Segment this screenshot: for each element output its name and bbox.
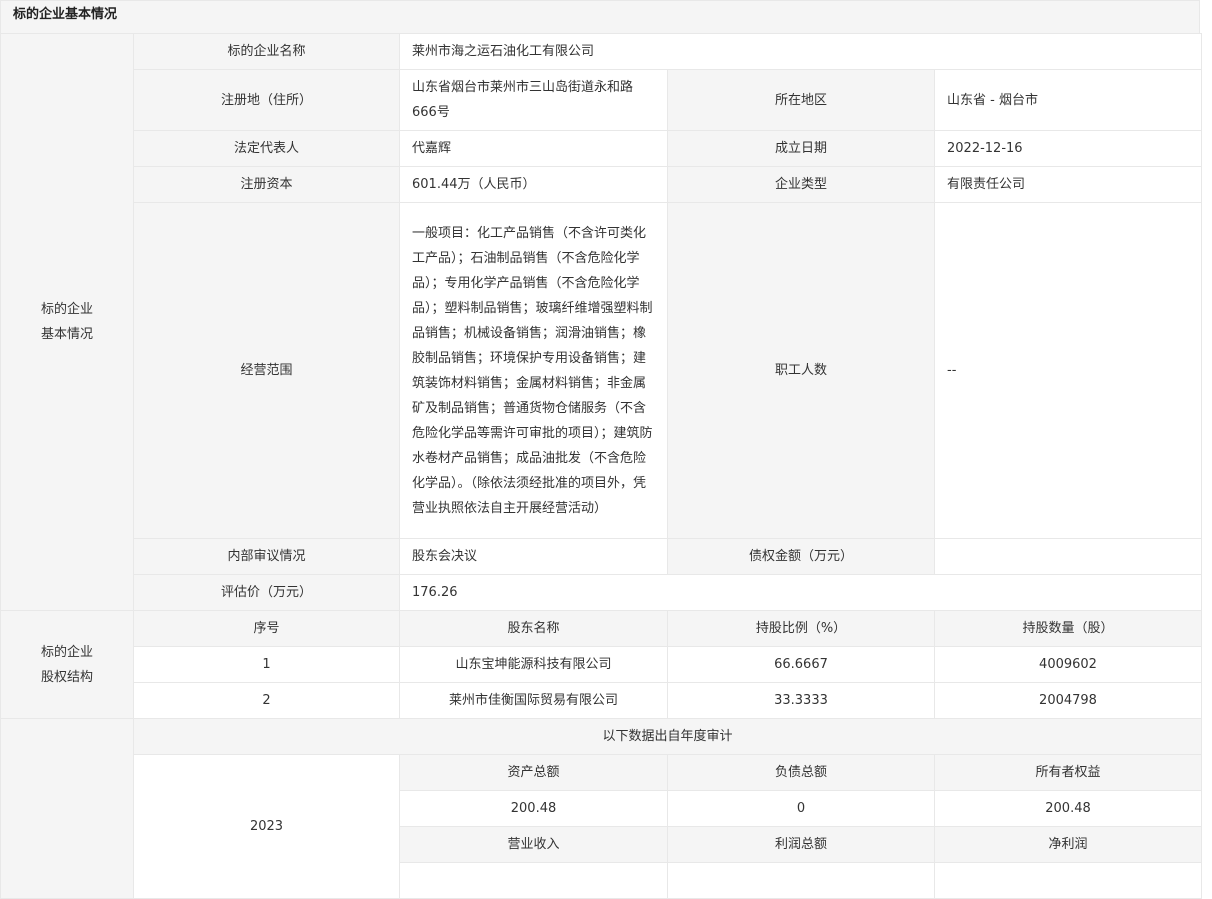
equity-cell-shares: 2004798 [933,682,1203,719]
company-type-label: 企业类型 [667,166,935,203]
row-capital: 注册资本 601.44万（人民币） 企业类型 有限责任公司 [1,166,1203,203]
row-financial-headers-1: 2023 资产总额 负债总额 所有者权益 [1,754,1203,899]
fin-header-equity: 所有者权益 [933,754,1203,791]
equity-cell-index: 2 [133,682,400,719]
row-equity-header: 标的企业 股权结构 序号 股东名称 持股比例（%） 持股数量（股） [0,610,1203,719]
capital-label: 注册资本 [133,166,400,203]
debt-value [933,538,1203,575]
row-address: 注册地（住所） 山东省烟台市莱州市三山岛街道永和路666号 所在地区 山东省 -… [1,69,1203,131]
scope-label: 经营范围 [133,202,400,539]
founded-label: 成立日期 [667,130,935,167]
section-header: 标的企业基本情况 [0,0,1200,33]
fin-value-net-profit [933,862,1203,899]
section-title: 标的企业基本情况 [13,7,118,22]
row-legal-rep: 法定代表人 代嘉辉 成立日期 2022-12-16 [1,130,1203,167]
row-company-name: 标的企业 基本情况 标的企业名称 莱州市海之运石油化工有限公司 [0,33,1203,611]
valuation-value: 176.26 [398,574,1203,611]
financial-year: 2023 [133,754,400,899]
basic-section-label-text: 标的企业 基本情况 [40,302,93,342]
equity-col-index: 序号 [133,610,400,647]
debt-label: 债权金额（万元） [667,538,935,575]
fin-value-revenue [399,862,668,899]
equity-section-label-text: 标的企业 股权结构 [40,644,93,685]
equity-cell-index: 1 [133,646,400,683]
equity-col-name: 股东名称 [399,610,668,647]
row-financial-note: 以下数据出自年度审计 [0,718,1203,899]
fin-value-equity: 200.48 [933,790,1203,827]
row-valuation: 评估价（万元） 176.26 [1,574,1203,611]
capital-value: 601.44万（人民币） [399,166,668,203]
founded-value: 2022-12-16 [933,130,1203,167]
equity-cell-ratio: 66.6667 [667,646,935,683]
fin-value-liabilities: 0 [667,790,935,827]
fin-header-assets: 资产总额 [399,754,668,791]
valuation-label: 评估价（万元） [133,574,400,611]
equity-section-label: 标的企业 股权结构 [0,610,134,719]
company-name-value: 莱州市海之运石油化工有限公司 [398,33,1203,70]
region-label: 所在地区 [667,69,935,131]
equity-col-shares: 持股数量（股） [933,610,1203,647]
scope-value: 一般项目：化工产品销售（不含许可类化工产品）；石油制品销售（不含危险化学品）；专… [399,202,668,539]
equity-cell-shares: 4009602 [933,646,1203,683]
equity-cell-name: 莱州市佳衡国际贸易有限公司 [399,682,668,719]
row-scope: 经营范围 一般项目：化工产品销售（不含许可类化工产品）；石油制品销售（不含危险化… [1,202,1203,539]
table-row: 1 山东宝坤能源科技有限公司 66.6667 4009602 [1,646,1203,683]
audit-value: 股东会决议 [399,538,668,575]
company-info-table: 标的企业 基本情况 标的企业名称 莱州市海之运石油化工有限公司 注册地（住所） 山… [0,33,1203,899]
company-type-value: 有限责任公司 [933,166,1203,203]
fin-header-liabilities: 负债总额 [667,754,935,791]
row-audit: 内部审议情况 股东会决议 债权金额（万元） [1,538,1203,575]
employees-value: -- [933,202,1203,539]
fin-header-revenue: 营业收入 [399,826,668,863]
address-value: 山东省烟台市莱州市三山岛街道永和路666号 [399,69,668,131]
region-value: 山东省 - 烟台市 [933,69,1203,131]
legal-rep-value: 代嘉辉 [399,130,668,167]
employees-label: 职工人数 [667,202,935,539]
basic-section-label: 标的企业 基本情况 [0,33,134,611]
financial-section-side [0,718,134,899]
audit-label: 内部审议情况 [133,538,400,575]
address-label: 注册地（住所） [133,69,400,131]
fin-header-net-profit: 净利润 [933,826,1203,863]
fin-value-assets: 200.48 [399,790,668,827]
equity-col-ratio: 持股比例（%） [667,610,935,647]
equity-cell-name: 山东宝坤能源科技有限公司 [399,646,668,683]
equity-cell-ratio: 33.3333 [667,682,935,719]
fin-header-total-profit: 利润总额 [667,826,935,863]
fin-value-total-profit [667,862,935,899]
legal-rep-label: 法定代表人 [133,130,400,167]
financial-note: 以下数据出自年度审计 [132,718,1203,755]
company-name-label: 标的企业名称 [133,33,400,70]
table-row: 2 莱州市佳衡国际贸易有限公司 33.3333 2004798 [1,682,1203,719]
